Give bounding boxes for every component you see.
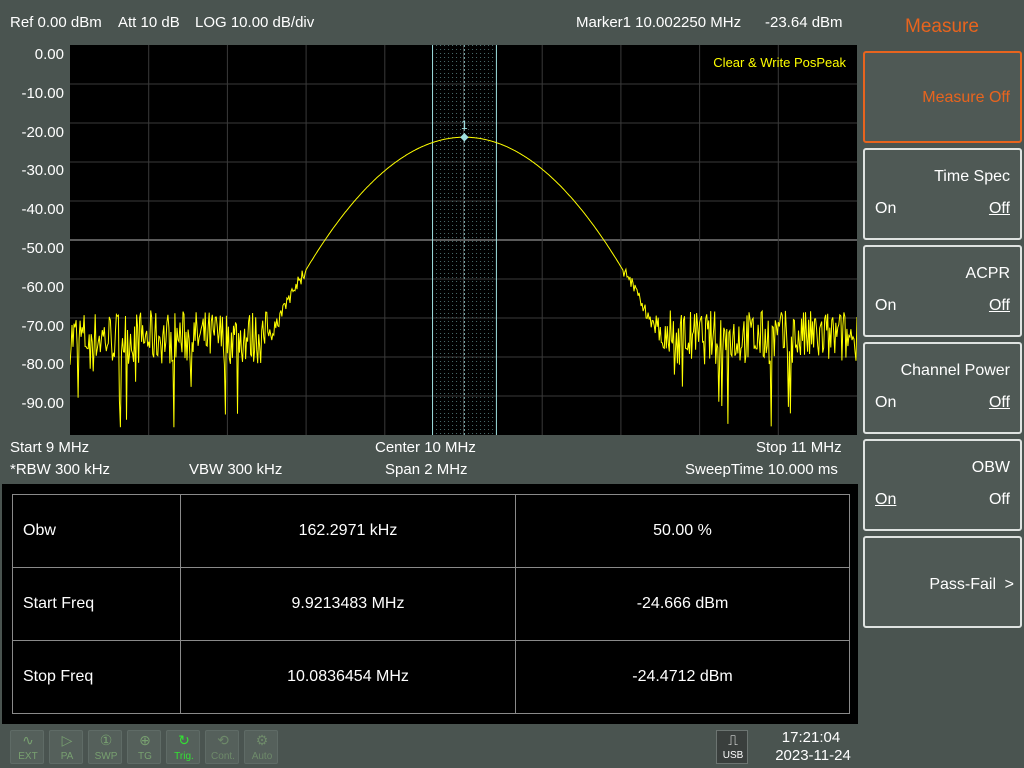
center-frequency: Center 10 MHz (375, 439, 476, 456)
row-name: Obw (12, 494, 181, 568)
table-row: Obw 162.2971 kHz 50.00 % (12, 494, 850, 568)
obw-results-table: Obw 162.2971 kHz 50.00 % Start Freq 9.92… (12, 494, 850, 714)
auto-gear-icon: ⚙ (255, 732, 269, 748)
stop-frequency: Stop 11 MHz (756, 439, 842, 456)
y-tick-label: -60.00 (21, 279, 64, 296)
off-option[interactable]: Off (989, 394, 1010, 412)
table-row: Start Freq 9.9213483 MHz -24.666 dBm (12, 567, 850, 641)
on-option[interactable]: On (875, 491, 896, 509)
marker-number: 1 (461, 118, 468, 132)
softkey-label: Pass-Fail (929, 576, 996, 593)
row-value: 10.0836454 MHz (180, 640, 516, 714)
pass-fail-key[interactable]: Pass-Fail > (863, 536, 1022, 628)
tracking-generator-icon: ⊕ (139, 732, 151, 748)
clock-time: 17:21:04 (781, 729, 841, 746)
usb-status: ⎍ USB (716, 730, 748, 764)
y-tick-label: -80.00 (21, 356, 64, 373)
marker-level-readout: -23.64 dBm (765, 14, 843, 31)
table-row: Stop Freq 10.0836454 MHz -24.4712 dBm (12, 640, 850, 714)
softkey-label: ACPR (965, 265, 1010, 282)
y-tick-label: -10.00 (21, 85, 64, 102)
rbw-readout: *RBW 300 kHz (10, 461, 111, 478)
on-option[interactable]: On (875, 394, 896, 412)
amplifier-icon: ▷ (61, 732, 73, 748)
start-frequency: Start 9 MHz (10, 439, 90, 456)
usb-icon: ⎍ (728, 732, 738, 748)
analyzer-screen: Ref 0.00 dBm Att 10 dB LOG 10.00 dB/div … (0, 0, 1024, 768)
row-extra: 50.00 % (515, 494, 850, 568)
continuous-sweep-icon: ⟲ (217, 732, 229, 748)
trigger-icon: ↻ (178, 732, 190, 748)
trace-mode-label: Clear & Write PosPeak (713, 55, 846, 70)
status-label: Cont. (211, 751, 235, 762)
sine-wave-icon: ∿ (22, 732, 34, 748)
marker-1[interactable]: 1 (460, 118, 469, 142)
softkey-label: Time Spec (934, 168, 1010, 185)
y-tick-label: -30.00 (21, 162, 64, 179)
status-label: Trig. (174, 751, 194, 762)
off-option[interactable]: Off (989, 491, 1010, 509)
on-option[interactable]: On (875, 200, 896, 218)
sweep-time-readout: SweepTime 10.000 ms (685, 461, 838, 478)
time-spec-key[interactable]: Time Spec On Off (863, 148, 1022, 240)
on-option[interactable]: On (875, 297, 896, 315)
y-tick-label: -40.00 (21, 201, 64, 218)
obw-key[interactable]: OBW On Off (863, 439, 1022, 531)
row-name: Start Freq (12, 567, 181, 641)
vbw-readout: VBW 300 kHz (189, 461, 283, 478)
tracking-generator-button[interactable]: ⊕ TG (127, 730, 161, 764)
usb-label: USB (722, 750, 744, 761)
sweep-count-icon: ① (99, 732, 113, 748)
menu-title: Measure (905, 16, 979, 37)
ext-reference-button[interactable]: ∿ EXT (10, 730, 44, 764)
row-extra: -24.4712 dBm (515, 640, 850, 714)
ref-level-readout: Ref 0.00 dBm (10, 14, 102, 31)
y-tick-label: -20.00 (21, 124, 64, 141)
trace-area[interactable]: 1 Clear & Write PosPeak (70, 45, 857, 435)
span-readout: Span 2 MHz (385, 461, 468, 478)
trigger-button[interactable]: ↻ Trig. (166, 730, 200, 764)
y-tick-label: -70.00 (21, 318, 64, 335)
channel-power-key[interactable]: Channel Power On Off (863, 342, 1022, 434)
y-tick-label: -50.00 (21, 240, 64, 257)
preamp-button[interactable]: ▷ PA (49, 730, 83, 764)
y-tick-label: 0.00 (34, 46, 64, 63)
off-option[interactable]: Off (989, 200, 1010, 218)
marker-frequency-readout: Marker1 10.002250 MHz (576, 14, 742, 31)
measure-off-key[interactable]: Measure Off (863, 51, 1022, 143)
status-label: TG (138, 751, 152, 762)
sweep-count-button[interactable]: ① SWP (88, 730, 122, 764)
status-label: PA (60, 751, 74, 762)
clock-date: 2023-11-24 (775, 747, 851, 764)
status-label: Auto (251, 751, 273, 762)
status-label: SWP (94, 751, 118, 762)
y-tick-label: -90.00 (21, 395, 64, 412)
continuous-sweep-button[interactable]: ⟲ Cont. (205, 730, 239, 764)
auto-button[interactable]: ⚙ Auto (244, 730, 278, 764)
softkey-label: Channel Power (900, 362, 1010, 379)
attenuation-readout: Att 10 dB (118, 14, 180, 31)
row-name: Stop Freq (12, 640, 181, 714)
scale-readout: LOG 10.00 dB/div (195, 14, 315, 31)
row-value: 9.9213483 MHz (180, 567, 516, 641)
softkey-menu: Measure Measure Off Time Spec On Off ACP… (860, 0, 1024, 768)
row-extra: -24.666 dBm (515, 567, 850, 641)
submenu-arrow-icon: > (1004, 576, 1014, 593)
softkey-label: Measure Off (922, 89, 1010, 106)
acpr-key[interactable]: ACPR On Off (863, 245, 1022, 337)
measurement-results-panel: Obw 162.2971 kHz 50.00 % Start Freq 9.92… (2, 484, 858, 724)
softkey-label: OBW (971, 459, 1010, 476)
row-value: 162.2971 kHz (180, 494, 516, 568)
spectrum-plot[interactable]: 0.00 -10.00 -20.00 -30.00 -40.00 -50.00 … (0, 40, 860, 440)
status-label: EXT (18, 751, 38, 762)
off-option[interactable]: Off (989, 297, 1010, 315)
